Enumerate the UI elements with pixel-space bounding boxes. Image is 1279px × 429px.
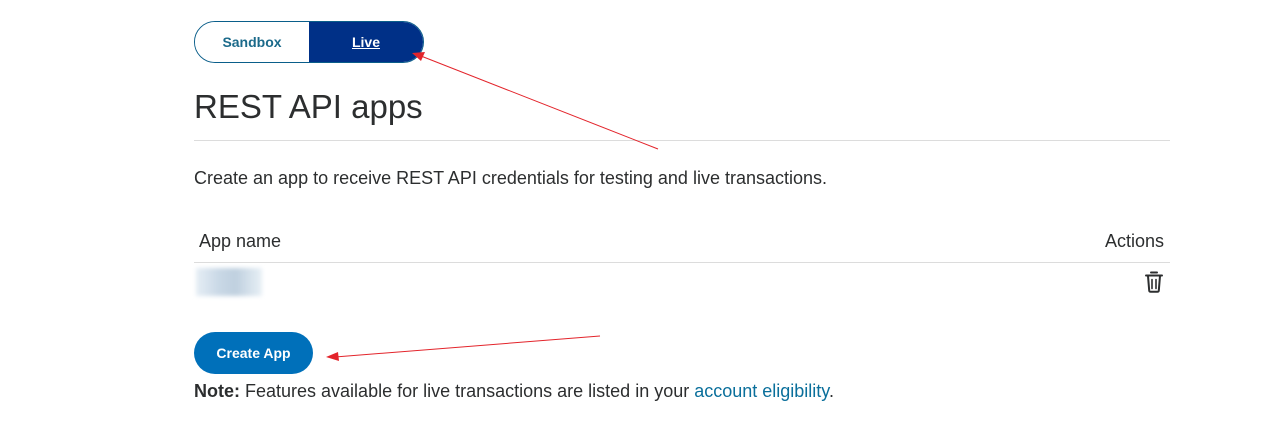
arrow-to-live <box>412 52 659 150</box>
annotation-arrows <box>326 52 659 361</box>
arrow-to-create-app <box>326 335 601 361</box>
